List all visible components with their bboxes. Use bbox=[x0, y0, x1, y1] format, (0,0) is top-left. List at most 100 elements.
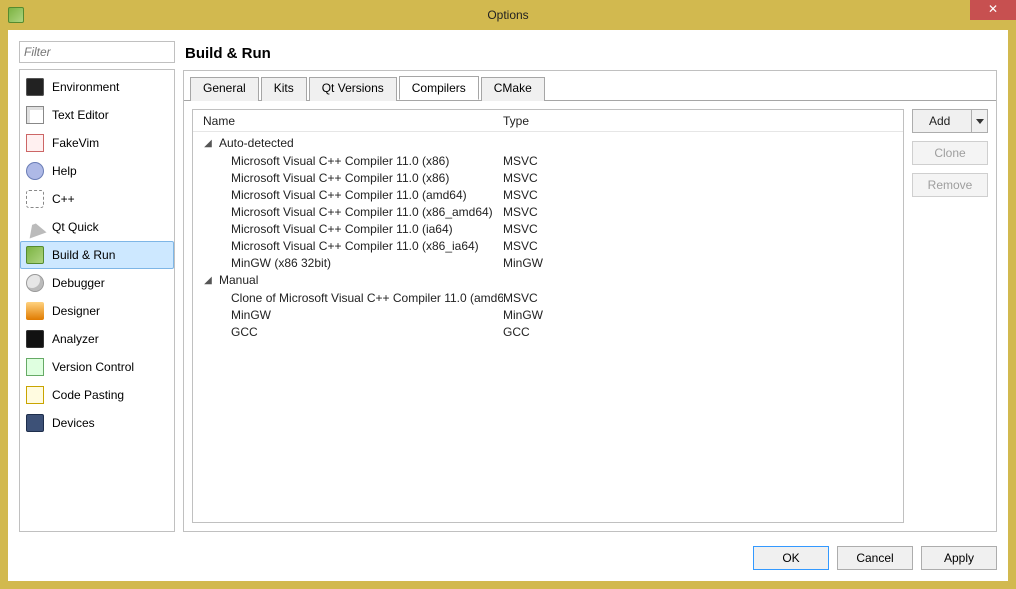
remove-button[interactable]: Remove bbox=[912, 173, 988, 197]
item-type: MinGW bbox=[503, 308, 903, 322]
item-name: MinGW (x86 32bit) bbox=[231, 256, 503, 270]
window-close-button[interactable]: ✕ bbox=[970, 0, 1016, 20]
tree-item[interactable]: Microsoft Visual C++ Compiler 11.0 (amd6… bbox=[193, 186, 903, 203]
add-dropdown-arrow[interactable] bbox=[971, 110, 987, 132]
sidebar-item-analyzer[interactable]: Analyzer bbox=[20, 325, 174, 353]
debugger-icon bbox=[26, 274, 44, 292]
dialog-button-row: OK Cancel Apply bbox=[19, 540, 997, 570]
tab-cmake[interactable]: CMake bbox=[481, 77, 545, 101]
tree-item[interactable]: Microsoft Visual C++ Compiler 11.0 (x86_… bbox=[193, 237, 903, 254]
item-name: Microsoft Visual C++ Compiler 11.0 (x86_… bbox=[231, 239, 503, 253]
collapse-icon[interactable]: ◢ bbox=[203, 138, 213, 149]
tree-item[interactable]: Microsoft Visual C++ Compiler 11.0 (x86_… bbox=[193, 203, 903, 220]
item-name: Microsoft Visual C++ Compiler 11.0 (x86) bbox=[231, 171, 503, 185]
sidebar-item-code-pasting[interactable]: Code Pasting bbox=[20, 381, 174, 409]
tab-general[interactable]: General bbox=[190, 77, 259, 101]
compilers-tree[interactable]: Name Type ◢ Auto-detected Microsoft Visual… bbox=[192, 109, 904, 523]
tree-group[interactable]: ◢ Manual bbox=[193, 271, 903, 289]
sidebar-item-help[interactable]: Help bbox=[20, 157, 174, 185]
cancel-button-label: Cancel bbox=[856, 551, 893, 565]
tab-kits[interactable]: Kits bbox=[261, 77, 307, 101]
add-button-label: Add bbox=[929, 114, 950, 128]
designer-icon bbox=[26, 302, 44, 320]
tree-item[interactable]: MinGWMinGW bbox=[193, 306, 903, 323]
ok-button[interactable]: OK bbox=[753, 546, 829, 570]
page-title: Build & Run bbox=[183, 41, 997, 70]
tab-label: General bbox=[203, 81, 246, 95]
tree-item[interactable]: Microsoft Visual C++ Compiler 11.0 (ia64… bbox=[193, 220, 903, 237]
filter-input[interactable] bbox=[19, 41, 175, 63]
sidebar-item-cpp[interactable]: C++ bbox=[20, 185, 174, 213]
dialog-frame: Environment Text Editor FakeVim Help C++ Qt Q… bbox=[8, 30, 1008, 581]
sidebar-item-debugger[interactable]: Debugger bbox=[20, 269, 174, 297]
window-title: Options bbox=[0, 8, 1016, 22]
sidebar-item-environment[interactable]: Environment bbox=[20, 73, 174, 101]
sidebar-item-label: FakeVim bbox=[52, 136, 99, 150]
tab-compilers[interactable]: Compilers bbox=[399, 76, 479, 100]
tree-header: Name Type bbox=[193, 110, 903, 132]
item-name: Microsoft Visual C++ Compiler 11.0 (x86) bbox=[231, 154, 503, 168]
close-icon: ✕ bbox=[988, 2, 998, 16]
category-list[interactable]: Environment Text Editor FakeVim Help C++ Qt Q… bbox=[19, 69, 175, 532]
add-button[interactable]: Add bbox=[912, 109, 988, 133]
item-type: MSVC bbox=[503, 188, 903, 202]
item-type: MSVC bbox=[503, 205, 903, 219]
clone-button[interactable]: Clone bbox=[912, 141, 988, 165]
collapse-icon[interactable]: ◢ bbox=[203, 275, 213, 286]
app-icon bbox=[8, 7, 24, 23]
text-editor-icon bbox=[26, 106, 44, 124]
sidebar-item-label: Environment bbox=[52, 80, 119, 94]
sidebar-item-build-run[interactable]: Build & Run bbox=[20, 241, 174, 269]
sidebar-item-label: C++ bbox=[52, 192, 75, 206]
sidebar-item-label: Help bbox=[52, 164, 77, 178]
apply-button-label: Apply bbox=[944, 551, 974, 565]
item-name: MinGW bbox=[231, 308, 503, 322]
tree-item[interactable]: GCCGCC bbox=[193, 323, 903, 340]
analyzer-icon bbox=[26, 330, 44, 348]
sidebar-item-label: Designer bbox=[52, 304, 100, 318]
fakevim-icon bbox=[26, 134, 44, 152]
sidebar-item-fakevim[interactable]: FakeVim bbox=[20, 129, 174, 157]
sidebar-item-label: Build & Run bbox=[52, 248, 115, 262]
item-type: MSVC bbox=[503, 171, 903, 185]
tab-label: Compilers bbox=[412, 81, 466, 95]
item-type: MSVC bbox=[503, 154, 903, 168]
side-button-column: Add Clone Remove bbox=[912, 109, 988, 523]
remove-button-label: Remove bbox=[928, 178, 973, 192]
sidebar-item-devices[interactable]: Devices bbox=[20, 409, 174, 437]
tree-item[interactable]: MinGW (x86 32bit)MinGW bbox=[193, 254, 903, 271]
group-label: Manual bbox=[219, 273, 258, 287]
sidebar-item-text-editor[interactable]: Text Editor bbox=[20, 101, 174, 129]
tree-item[interactable]: Microsoft Visual C++ Compiler 11.0 (x86)… bbox=[193, 169, 903, 186]
apply-button[interactable]: Apply bbox=[921, 546, 997, 570]
right-pane: Build & Run General Kits Qt Versions Compil… bbox=[183, 41, 997, 532]
content-box: General Kits Qt Versions Compilers CMake Nam… bbox=[183, 70, 997, 532]
item-name: Clone of Microsoft Visual C++ Compiler 1… bbox=[231, 291, 503, 305]
item-type: GCC bbox=[503, 325, 903, 339]
tab-label: Qt Versions bbox=[322, 81, 384, 95]
tab-qt-versions[interactable]: Qt Versions bbox=[309, 77, 397, 101]
item-name: Microsoft Visual C++ Compiler 11.0 (amd6… bbox=[231, 188, 503, 202]
sidebar-item-qt-quick[interactable]: Qt Quick bbox=[20, 213, 174, 241]
sidebar-item-label: Analyzer bbox=[52, 332, 99, 346]
sidebar-item-label: Debugger bbox=[52, 276, 105, 290]
sidebar-item-version-control[interactable]: Version Control bbox=[20, 353, 174, 381]
item-type: MinGW bbox=[503, 256, 903, 270]
sidebar-item-label: Code Pasting bbox=[52, 388, 124, 402]
sidebar-item-label: Version Control bbox=[52, 360, 134, 374]
tree-group[interactable]: ◢ Auto-detected bbox=[193, 134, 903, 152]
devices-icon bbox=[26, 414, 44, 432]
tree-item[interactable]: Clone of Microsoft Visual C++ Compiler 1… bbox=[193, 289, 903, 306]
sidebar-item-label: Qt Quick bbox=[52, 220, 99, 234]
column-header-type[interactable]: Type bbox=[493, 114, 903, 128]
tab-bar: General Kits Qt Versions Compilers CMake bbox=[184, 71, 996, 101]
group-label: Auto-detected bbox=[219, 136, 294, 150]
sidebar-item-designer[interactable]: Designer bbox=[20, 297, 174, 325]
qt-quick-icon bbox=[23, 215, 46, 238]
item-name: GCC bbox=[231, 325, 503, 339]
cancel-button[interactable]: Cancel bbox=[837, 546, 913, 570]
column-header-name[interactable]: Name bbox=[193, 114, 493, 128]
tree-item[interactable]: Microsoft Visual C++ Compiler 11.0 (x86)… bbox=[193, 152, 903, 169]
item-name: Microsoft Visual C++ Compiler 11.0 (ia64… bbox=[231, 222, 503, 236]
ok-button-label: OK bbox=[782, 551, 799, 565]
